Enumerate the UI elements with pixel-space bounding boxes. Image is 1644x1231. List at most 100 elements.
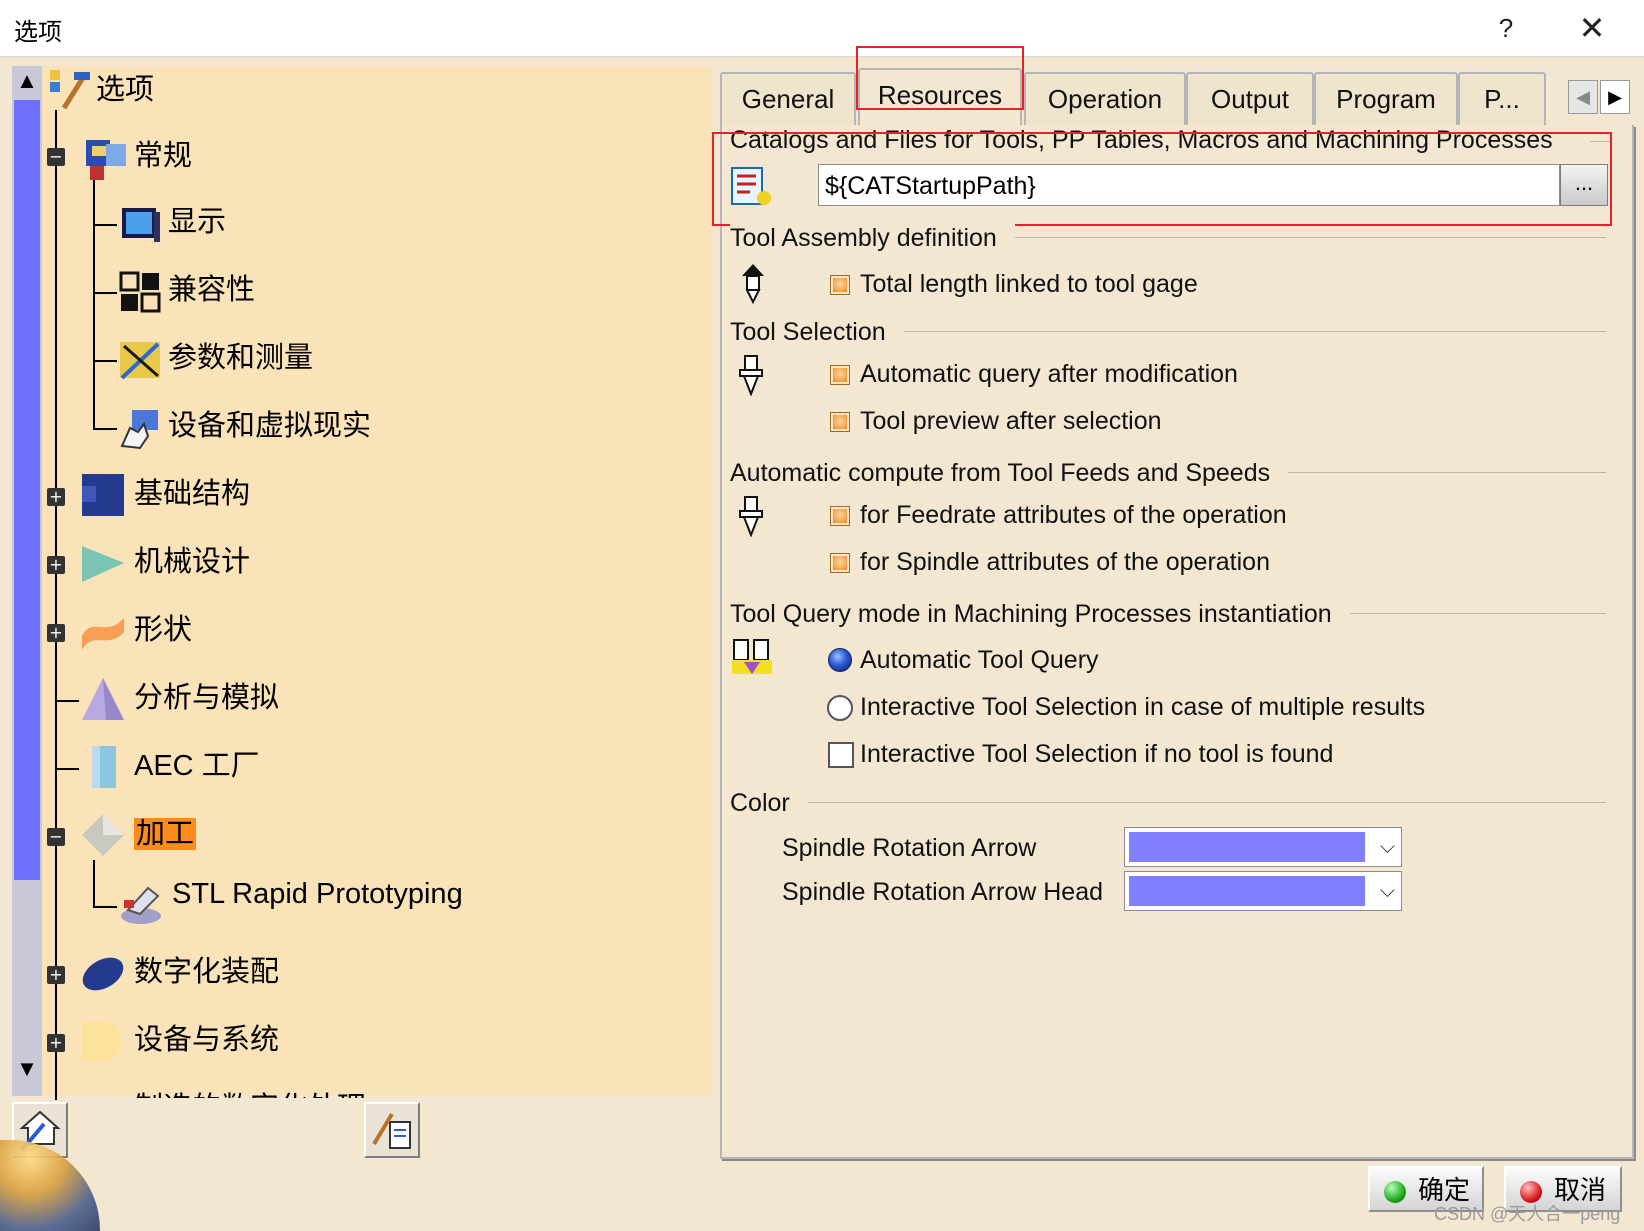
tree-line [93,360,117,362]
close-button[interactable]: ✕ [1570,8,1614,48]
spindle-arrow-head-label: Spindle Rotation Arrow Head [782,878,1104,906]
tree-label[interactable]: 数字化装配 [134,948,279,990]
spindle-arrow-head-color-swatch [1129,876,1365,906]
tool-gage-icon-svg [742,264,764,305]
tab-output[interactable]: Output [1186,72,1314,126]
tree-item-equipment-systems[interactable] [80,1018,126,1069]
tree-item-analysis[interactable] [80,676,126,727]
spindle-arrow-color-swatch [1129,832,1365,862]
title-bar: 选项 ? ✕ [0,0,1644,57]
automatic-query-radio[interactable] [828,648,852,672]
tree-label[interactable]: 参数和测量 [168,334,313,376]
tree-label-selected[interactable]: 加工 [134,810,197,852]
tree-label[interactable]: STL Rapid Prototyping [172,878,463,911]
stl-prototyping-icon [121,886,161,924]
tree-item-shape[interactable] [80,608,126,659]
spindle-arrow-color-select[interactable]: ⌵ [1124,827,1402,867]
tree-line [93,292,117,294]
tree-label[interactable]: 制造的数字化处理 [134,1088,366,1098]
tab-scroll-left-icon[interactable]: ◀ [1568,80,1598,114]
window-title: 选项 [14,19,62,46]
scroll-up-icon[interactable]: ▲ [14,66,40,96]
tree-label[interactable]: 分析与模拟 [134,674,279,716]
selected-tree-label[interactable]: 加工 [134,818,197,850]
feedrate-label: for Feedrate attributes of the operation [860,501,1287,529]
tree-item-compatibility[interactable] [118,270,164,321]
reset-options-icon [372,1112,411,1149]
tree-line [55,110,57,1100]
watermark: CSDN @天人合一peng [1434,1204,1621,1224]
tool-assembly-title: Tool Assembly definition [730,224,1015,253]
chevron-down-icon[interactable]: ⌵ [1380,878,1395,902]
tree-label[interactable]: 兼容性 [168,266,255,308]
tree-label[interactable]: 设备和虚拟现实 [168,402,371,444]
spindle-arrow-label: Spindle Rotation Arrow [782,834,1037,862]
tree-line [55,768,79,770]
tree-line [93,906,117,908]
tree-item-display[interactable] [118,202,164,253]
tree-line [93,224,117,226]
no-tool-found-label: Interactive Tool Selection if no tool is… [860,740,1334,768]
tool-bit-icon [739,355,763,397]
highlight-catalogs [712,132,1612,226]
color-section-title: Color [730,789,808,818]
total-length-checkbox[interactable] [830,275,850,295]
tab-more[interactable]: P... [1458,72,1546,126]
expand-icon[interactable]: + [47,966,65,984]
auto-query-label: Automatic query after modification [860,360,1238,388]
tree-item-aec[interactable] [80,744,126,795]
tree-item-digital-mockup[interactable] [80,950,126,1001]
tool-gage-icon [738,262,768,309]
tab-general[interactable]: General [720,72,856,126]
tab-operation[interactable]: Operation [1024,72,1186,126]
expand-icon[interactable]: + [47,556,65,574]
tree-label[interactable]: 形状 [134,606,192,648]
machining-diamond-icon [82,814,124,856]
tab-program[interactable]: Program [1314,72,1458,126]
tool-preview-label: Tool preview after selection [860,407,1162,435]
tree-reset-button[interactable] [364,1102,420,1158]
tree-item-machining[interactable] [80,812,126,863]
tree-label[interactable]: 设备与系统 [134,1016,279,1058]
auto-query-checkbox[interactable] [830,365,850,385]
tree-label[interactable]: 常规 [134,132,192,174]
tree-label[interactable]: 选项 [96,66,154,108]
general-settings-icon [86,140,126,180]
tree-line [93,180,95,430]
tab-scroll-right-icon[interactable]: ▶ [1600,80,1630,114]
feedrate-checkbox[interactable] [830,506,850,526]
chevron-down-icon[interactable]: ⌵ [1380,834,1395,858]
tool-preview-checkbox[interactable] [830,412,850,432]
tree-item-infrastructure[interactable] [80,472,126,523]
automatic-query-label: Automatic Tool Query [860,646,1099,674]
scroll-down-icon[interactable]: ▼ [14,1054,40,1084]
spindle-label: for Spindle attributes of the operation [860,548,1270,576]
tree-label[interactable]: 显示 [168,198,226,240]
spindle-arrow-head-color-select[interactable]: ⌵ [1124,871,1402,911]
tree-item-options[interactable] [48,68,94,119]
interactive-multiple-radio[interactable] [827,695,853,721]
tree-label[interactable]: 机械设计 [134,538,250,580]
expand-icon[interactable]: + [47,624,65,642]
tree-item-devices-vr[interactable] [118,406,164,457]
expand-icon[interactable]: + [47,1034,65,1052]
tree-item-partial[interactable]: 制造的数字化处理 [134,1088,366,1098]
tree-label[interactable]: AEC 工厂 [134,742,260,784]
tree-label[interactable]: 基础结构 [134,470,250,512]
spindle-checkbox[interactable] [830,553,850,573]
section-divider [730,802,1606,803]
collapse-icon[interactable]: − [47,148,65,166]
help-button[interactable]: ? [1486,8,1526,48]
collapse-icon[interactable]: − [47,828,65,846]
vr-hand-icon [120,410,158,450]
tool-bit-icon-2 [739,496,763,538]
tree-item-general[interactable] [84,136,130,187]
compatibility-icon [119,271,161,313]
tree-item-mechanical[interactable] [80,540,126,591]
auto-compute-title: Automatic compute from Tool Feeds and Sp… [730,459,1289,488]
tree-item-parameters[interactable] [118,338,164,389]
tree-item-stl[interactable] [118,880,164,931]
expand-icon[interactable]: + [47,488,65,506]
no-tool-found-checkbox[interactable] [828,742,854,768]
tree-scroll-thumb[interactable] [14,100,40,880]
